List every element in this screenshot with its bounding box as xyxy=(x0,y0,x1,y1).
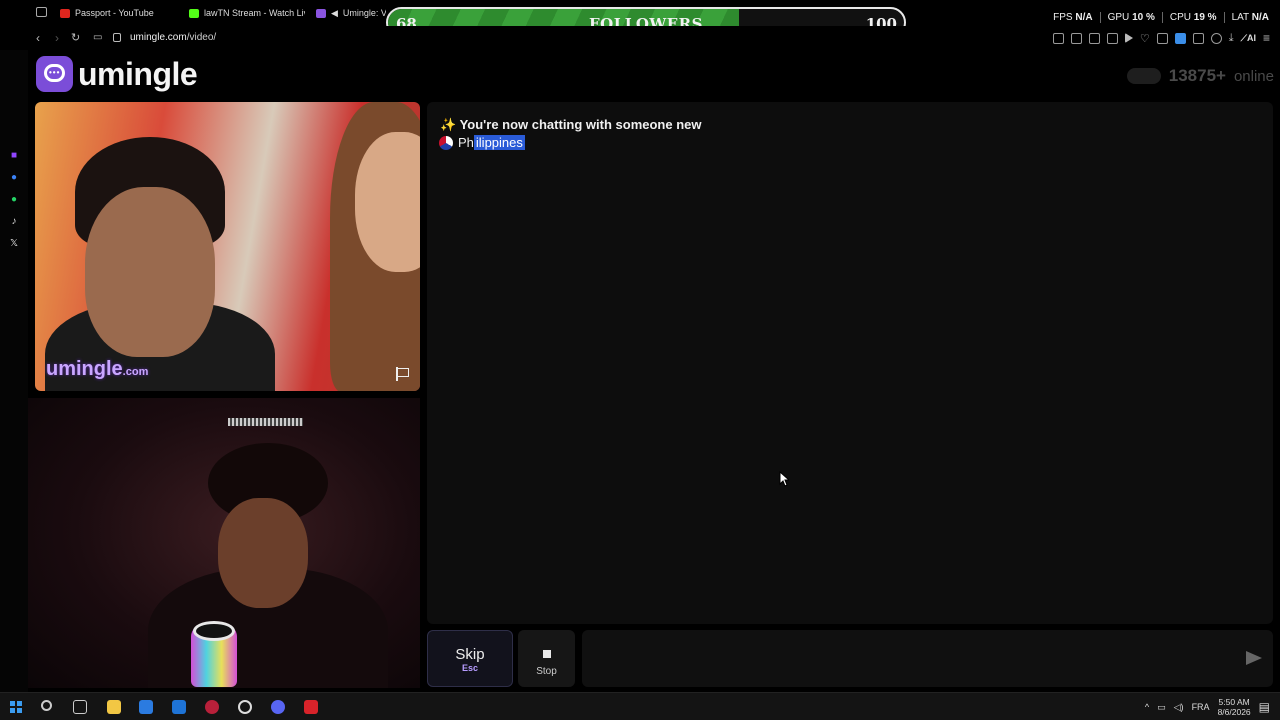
heart-icon[interactable]: ♡ xyxy=(1140,32,1150,45)
tab-title: Umingle: Video Chat xyxy=(342,8,386,18)
gpu-stat: GPU 10 % xyxy=(1107,12,1155,23)
umingle-tab-icon xyxy=(316,8,326,18)
back-icon[interactable]: ‹ xyxy=(36,30,40,46)
online-label: online xyxy=(1233,67,1274,85)
opera-gx-icon[interactable] xyxy=(205,700,219,714)
online-count: 13875+ xyxy=(1168,66,1226,85)
mouse-cursor-icon xyxy=(779,471,789,487)
windows-taskbar: ^ ▭ ◁) FRA 5:50 AM 8/6/2026 ▤ xyxy=(0,692,1280,720)
tab-title: lawTN Stream - Watch Live xyxy=(204,8,305,18)
browser-sidebar: ■ ● ● ♪ 𝕏 xyxy=(0,50,28,692)
philippines-flag-icon xyxy=(439,135,453,150)
stop-icon xyxy=(542,650,551,658)
system-message: ✨ You're now chatting with someone new xyxy=(440,117,702,132)
forward-icon[interactable]: › xyxy=(55,30,59,46)
stranger-country: Ph ilippines xyxy=(439,135,525,150)
download-icon[interactable]: ⤓ xyxy=(1229,32,1234,45)
sparkles-icon: ✨ xyxy=(440,117,457,132)
bookmark-icon[interactable] xyxy=(1052,32,1064,44)
site-logo-text[interactable]: umingle xyxy=(78,56,198,93)
self-video xyxy=(28,398,420,688)
tiktok-icon[interactable]: ♪ xyxy=(8,216,20,228)
screenshot-icon[interactable]: ▭ xyxy=(93,30,102,46)
network-icon[interactable]: ▭ xyxy=(1157,702,1166,713)
video-figure xyxy=(193,621,235,641)
skip-shortcut: Esc xyxy=(461,663,478,673)
stranger-video: umingle.com xyxy=(35,102,420,391)
tab-youtube[interactable]: Passport - YouTube xyxy=(60,4,178,22)
performance-stats: FPS N/A GPU 10 % CPU 19 % LAT N/A xyxy=(1053,12,1269,23)
tab-overview-icon[interactable] xyxy=(36,7,47,17)
extension-blue-icon[interactable] xyxy=(1174,32,1186,44)
cpu-stat: CPU 19 % xyxy=(1169,12,1217,23)
file-explorer-icon[interactable] xyxy=(107,700,121,714)
menu-icon[interactable]: ≡ xyxy=(1263,31,1270,45)
stop-label: Stop xyxy=(536,666,557,677)
message-input[interactable] xyxy=(582,630,1273,687)
tab-umingle[interactable]: ◀ Umingle: Video Chat xyxy=(316,4,386,22)
skip-label: Skip xyxy=(455,646,485,663)
lock-icon xyxy=(113,33,121,42)
mail-icon[interactable] xyxy=(172,700,186,714)
ai-button[interactable]: ⟋AI xyxy=(1241,33,1256,44)
umingle-logo-icon[interactable]: ••• xyxy=(36,56,73,92)
wallet-icon[interactable] xyxy=(1106,32,1118,44)
kick-icon xyxy=(189,8,199,18)
youtube-icon xyxy=(60,8,70,18)
play-icon[interactable] xyxy=(1124,33,1133,43)
puzzle-icon[interactable] xyxy=(1192,32,1204,44)
notifications-icon[interactable]: ▤ xyxy=(1259,700,1270,714)
video-figure xyxy=(218,498,308,608)
system-tray: ^ ▭ ◁) FRA 5:50 AM 8/6/2026 ▤ xyxy=(1145,697,1270,717)
volume-icon[interactable]: ◁) xyxy=(1174,702,1184,713)
speaker-icon: ◀ xyxy=(331,7,338,18)
online-toggle[interactable] xyxy=(1126,68,1161,84)
extension-toolbar: ♡ ⤓ ⟋AI ≡ xyxy=(1052,31,1270,45)
fps-stat: FPS N/A xyxy=(1053,12,1093,23)
selected-text: ilippines xyxy=(473,135,525,150)
tab-kick-stream[interactable]: lawTN Stream - Watch Live xyxy=(189,4,305,22)
windows-start-icon[interactable] xyxy=(10,701,22,713)
video-figure xyxy=(355,132,420,272)
video-figure xyxy=(228,418,303,426)
whatsapp-icon[interactable]: ● xyxy=(8,194,20,206)
store-icon[interactable] xyxy=(139,700,153,714)
x-icon[interactable]: 𝕏 xyxy=(8,238,20,250)
send-icon[interactable] xyxy=(1246,651,1262,665)
shield-icon[interactable] xyxy=(1088,32,1100,44)
tab-title: Passport - YouTube xyxy=(75,8,154,18)
online-indicator: 13875+ online xyxy=(1126,66,1274,86)
chat-panel: ✨ You're now chatting with someone new P… xyxy=(427,102,1273,624)
capture-icon[interactable] xyxy=(1070,32,1082,44)
report-flag-icon[interactable] xyxy=(396,367,410,381)
latency-stat: LAT N/A xyxy=(1231,12,1269,23)
vpn-icon[interactable] xyxy=(1210,32,1222,44)
clock[interactable]: 5:50 AM 8/6/2026 xyxy=(1218,697,1251,717)
reload-icon[interactable]: ↻ xyxy=(71,30,80,46)
video-watermark: umingle.com xyxy=(46,358,149,380)
obs-icon[interactable] xyxy=(238,700,252,714)
discord-icon[interactable] xyxy=(271,700,285,714)
clock-time: 5:50 AM xyxy=(1218,697,1250,707)
skip-button[interactable]: Skip Esc xyxy=(427,630,513,687)
app-red-icon[interactable] xyxy=(304,700,318,714)
url-field[interactable]: umingle.com/video/ xyxy=(130,32,216,43)
messenger-icon[interactable]: ● xyxy=(8,172,20,184)
tray-expand-icon[interactable]: ^ xyxy=(1145,702,1149,712)
language-indicator[interactable]: FRA xyxy=(1192,702,1210,712)
task-view-icon[interactable] xyxy=(73,700,87,714)
stop-button[interactable]: Stop xyxy=(518,630,575,687)
video-figure xyxy=(85,187,215,357)
cloud-icon[interactable] xyxy=(1156,32,1168,44)
clock-date: 8/6/2026 xyxy=(1217,707,1251,717)
search-icon[interactable] xyxy=(41,700,52,711)
twitch-icon[interactable]: ■ xyxy=(8,150,20,162)
